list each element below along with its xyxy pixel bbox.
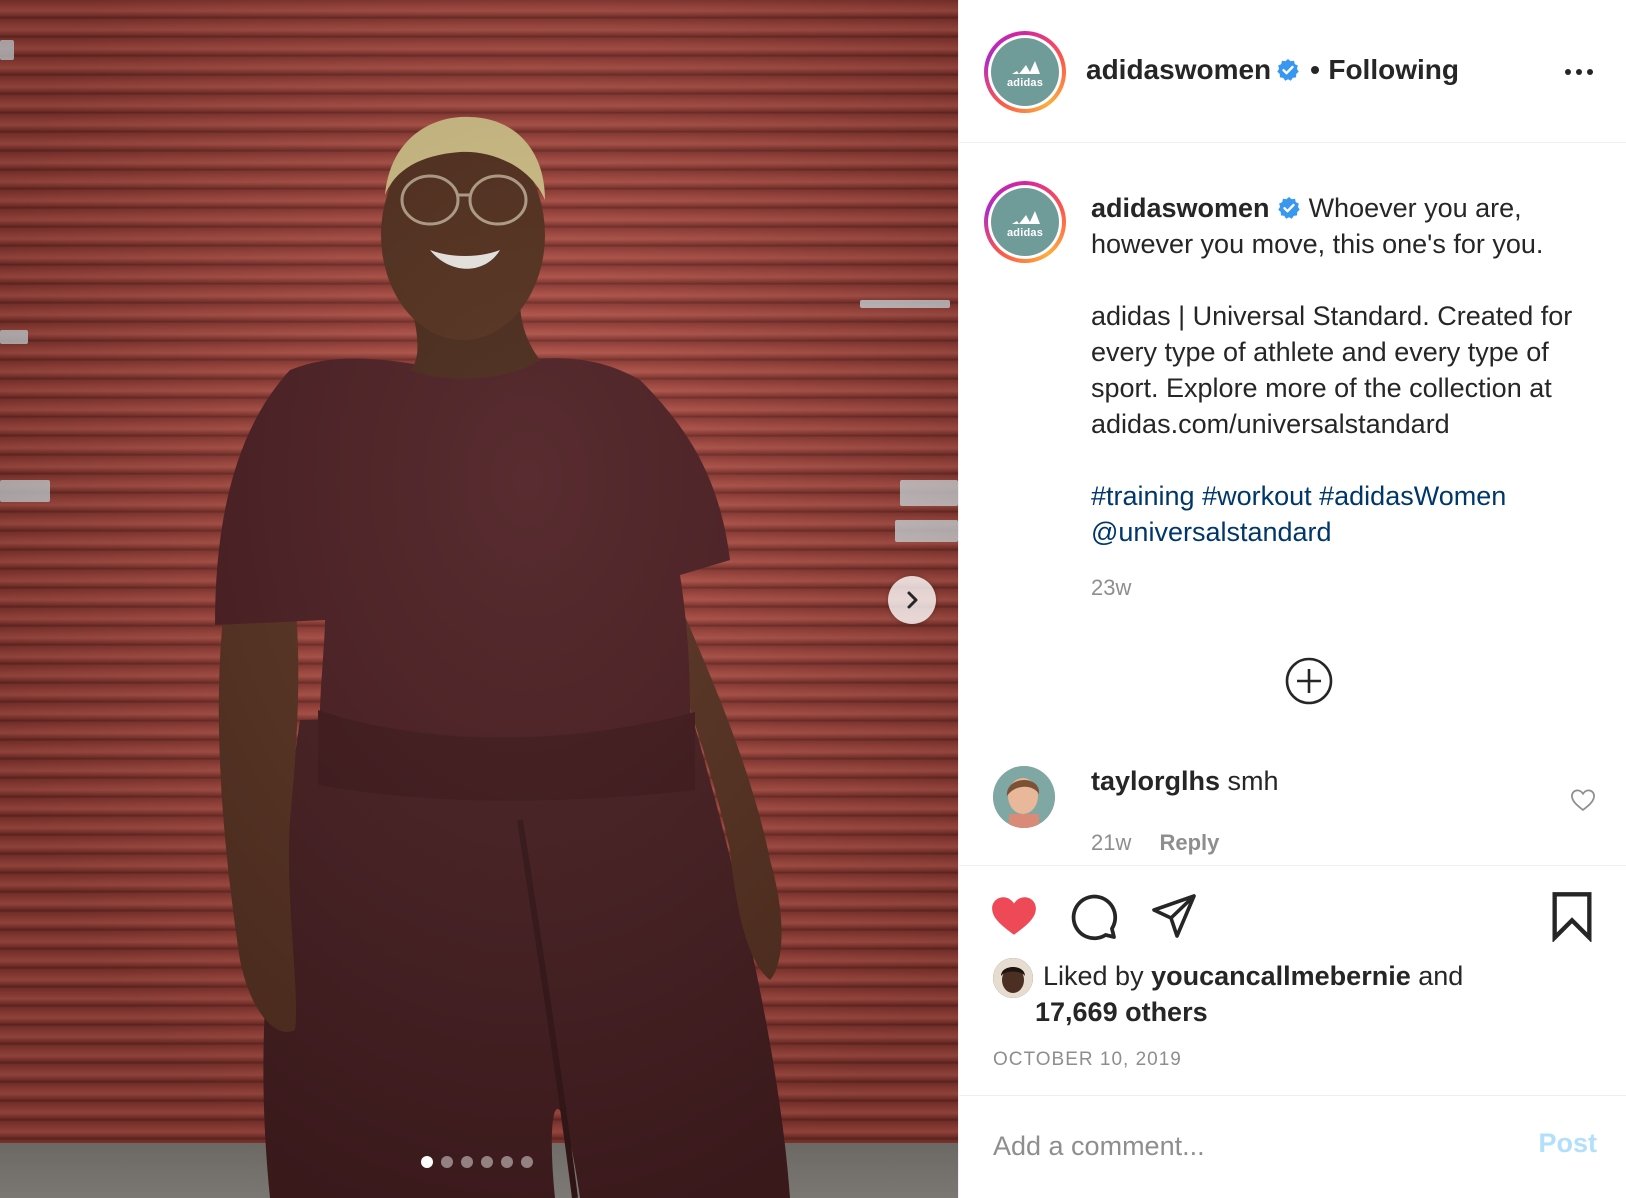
carousel-dot xyxy=(501,1156,513,1168)
comment-avatar[interactable] xyxy=(993,766,1055,828)
adidas-stripes-icon xyxy=(1012,210,1040,224)
chevron-right-icon xyxy=(907,591,918,609)
carousel-dot xyxy=(441,1156,453,1168)
more-dots-icon xyxy=(1576,69,1582,75)
carousel-indicator xyxy=(421,1156,533,1168)
caption-age: 23w xyxy=(1091,575,1132,600)
likes-joiner: and xyxy=(1418,961,1464,991)
carousel-dot xyxy=(521,1156,533,1168)
first-liker[interactable]: youcancallmebernie xyxy=(1151,961,1411,991)
share-icon xyxy=(1152,894,1196,938)
carousel-next-button[interactable] xyxy=(888,576,936,624)
comment-username[interactable]: taylorglhs xyxy=(1091,766,1220,796)
carousel-dot xyxy=(421,1156,433,1168)
comment-reply-button[interactable]: Reply xyxy=(1159,830,1219,856)
post-comment-button[interactable]: Post xyxy=(1538,1128,1597,1159)
share-button[interactable] xyxy=(1149,892,1199,943)
more-dots-icon xyxy=(1565,69,1571,75)
post-header: adidas adidaswomen • Following xyxy=(959,0,1626,143)
adidas-logo-icon: adidas xyxy=(991,38,1059,106)
comment-button[interactable] xyxy=(1069,892,1119,945)
more-dots-icon xyxy=(1587,69,1593,75)
heart-filled-icon xyxy=(992,897,1036,935)
comment-item: taylorglhs smh 21w Reply xyxy=(959,760,1626,865)
post-actions: Liked by youcancallmebernie and 17,669 o… xyxy=(959,865,1626,1095)
following-button[interactable]: Following xyxy=(1328,54,1459,85)
comment-input[interactable] xyxy=(993,1124,1493,1168)
verified-badge-icon xyxy=(1276,59,1299,81)
caption-author-avatar[interactable]: adidas xyxy=(984,181,1066,263)
like-button[interactable] xyxy=(989,892,1039,941)
header-identity: adidaswomen • Following xyxy=(1086,54,1459,86)
post-side-panel: adidas adidaswomen • Following adidas ad… xyxy=(958,0,1626,1198)
likes-prefix: Liked by xyxy=(1043,961,1144,991)
save-button[interactable] xyxy=(1549,890,1595,945)
comment-text: smh xyxy=(1227,766,1279,796)
carousel-dot xyxy=(461,1156,473,1168)
heart-outline-icon xyxy=(1571,789,1595,812)
author-username[interactable]: adidaswomen xyxy=(1086,54,1271,85)
post-date: OCTOBER 10, 2019 xyxy=(993,1049,1182,1070)
caption: adidaswomen Whoever you are, however you… xyxy=(1091,190,1611,606)
add-circle-icon xyxy=(1285,657,1333,705)
logo-text: adidas xyxy=(1006,226,1044,239)
comment-meta: 21w Reply xyxy=(1091,830,1219,856)
logo-text: adidas xyxy=(1006,76,1044,89)
carousel-dot xyxy=(481,1156,493,1168)
avatar-photo xyxy=(993,958,1033,998)
load-more-comments-button[interactable] xyxy=(1284,656,1334,706)
post-media[interactable] xyxy=(0,0,958,1198)
comment-like-button[interactable] xyxy=(1569,786,1597,814)
caption-username[interactable]: adidaswomen xyxy=(1091,193,1270,223)
add-comment-bar: Post xyxy=(959,1095,1626,1198)
verified-badge-icon xyxy=(1278,197,1300,219)
caption-hashtags[interactable]: #training #workout #adidasWomen xyxy=(1091,481,1506,511)
comment-age: 21w xyxy=(1091,830,1132,855)
likes-summary: Liked by youcancallmebernie and 17,669 o… xyxy=(1035,958,1603,1030)
caption-paragraph: adidas | Universal Standard. Created for… xyxy=(1091,301,1573,439)
separator-dot: • xyxy=(1310,54,1320,85)
comment-content: taylorglhs smh xyxy=(1091,766,1279,797)
comment-icon xyxy=(1071,894,1118,941)
adidas-logo-icon: adidas xyxy=(991,188,1059,256)
likes-others-button[interactable]: 17,669 others xyxy=(1035,994,1603,1030)
more-options-button[interactable] xyxy=(1559,58,1599,86)
avatar-photo xyxy=(993,766,1055,828)
adidas-stripes-icon xyxy=(1012,60,1040,74)
media-shade xyxy=(0,0,958,1198)
bookmark-icon xyxy=(1552,892,1592,943)
caption-mention[interactable]: @universalstandard xyxy=(1091,517,1332,547)
author-avatar[interactable]: adidas xyxy=(984,31,1066,113)
liker-avatar[interactable] xyxy=(993,958,1033,998)
